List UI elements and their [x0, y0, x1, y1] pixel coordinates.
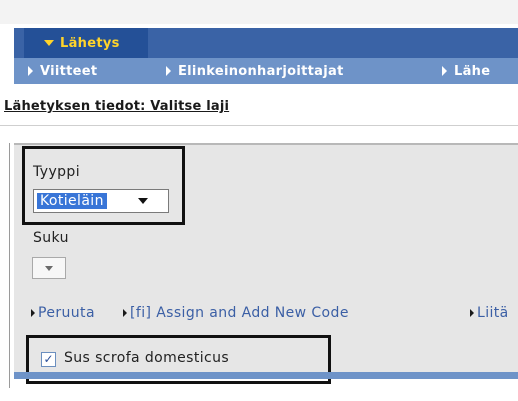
- sub-menu-bar: Viitteet Elinkeinonharjoittajat Lähe: [14, 58, 518, 84]
- submenu-item-lahe[interactable]: Lähe: [442, 58, 490, 84]
- submenu-item-label: Elinkeinonharjoittajat: [178, 63, 344, 79]
- suku-label: Suku: [33, 230, 69, 246]
- menu-item-label: Lähetys: [60, 35, 120, 51]
- link-label: Liitä: [477, 305, 509, 321]
- bullet-arrow-icon: [123, 309, 127, 317]
- link-label: [fi] Assign and Add New Code: [130, 305, 349, 321]
- top-strip: [0, 0, 518, 24]
- section-title: Lähetyksen tiedot: Valitse laji: [4, 99, 230, 114]
- highlight-box: [22, 146, 185, 225]
- submenu-item-label: Viitteet: [40, 63, 98, 79]
- left-border: [9, 143, 10, 388]
- chevron-right-icon: [442, 66, 447, 76]
- assign-and-add-new-code-link[interactable]: [fi] Assign and Add New Code: [123, 305, 349, 321]
- bullet-arrow-icon: [31, 309, 35, 317]
- submenu-item-viitteet[interactable]: Viitteet: [28, 58, 97, 84]
- menu-item-lahetys[interactable]: Lähetys: [24, 28, 148, 58]
- chevron-right-icon: [28, 66, 33, 76]
- link-label: Peruuta: [38, 305, 95, 321]
- submenu-item-label: Lähe: [454, 63, 491, 79]
- bottom-bar: [14, 372, 518, 379]
- chevron-down-icon: [45, 266, 53, 271]
- submenu-item-elinkeinonharjoittajat[interactable]: Elinkeinonharjoittajat: [166, 58, 344, 84]
- chevron-right-icon: [166, 66, 171, 76]
- bullet-arrow-icon: [470, 309, 474, 317]
- divider: [0, 125, 518, 126]
- peruuta-link[interactable]: Peruuta: [31, 305, 95, 321]
- liita-link[interactable]: Liitä: [470, 305, 509, 321]
- chevron-down-icon: [44, 40, 54, 46]
- suku-select[interactable]: [32, 257, 66, 279]
